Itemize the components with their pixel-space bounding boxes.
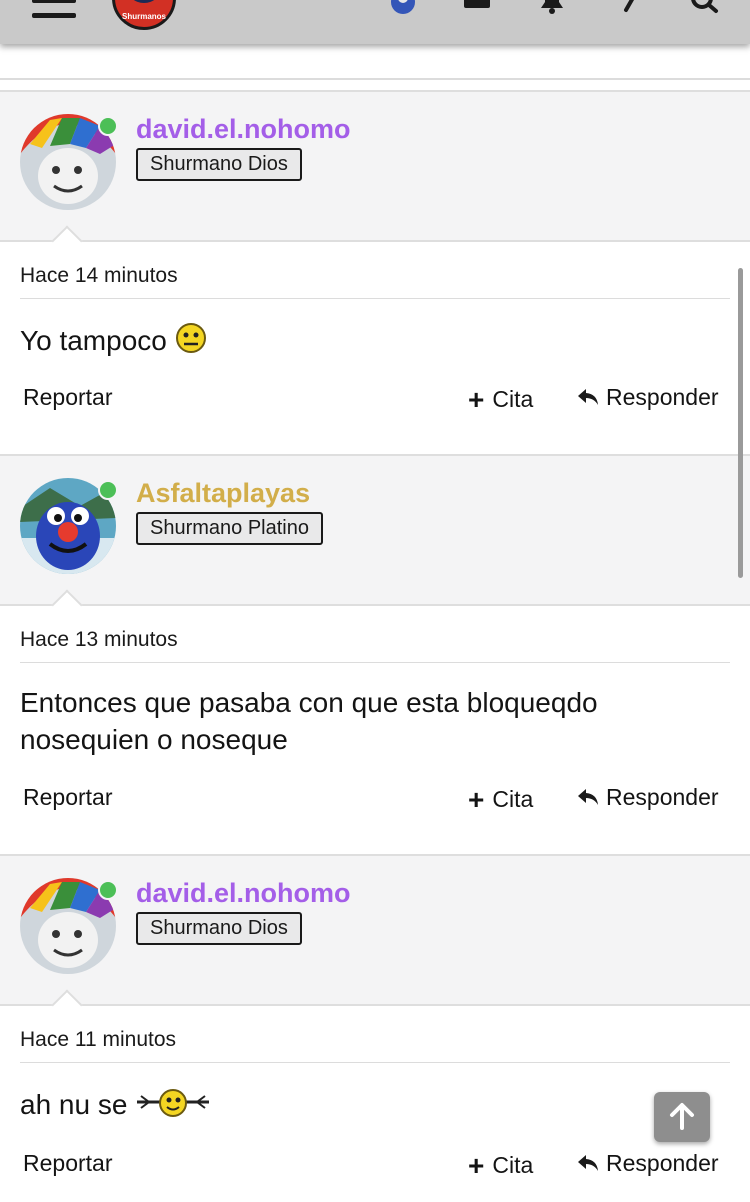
quote-button[interactable]: + Cita [468, 784, 533, 816]
header-notch [51, 589, 83, 621]
arrow-up-icon [670, 1103, 694, 1130]
post-message: Entonces que pasaba con que esta bloqueq… [20, 684, 598, 758]
quote-button[interactable]: + Cita [468, 1150, 533, 1182]
post-message: Yo tampoco [20, 322, 207, 363]
username[interactable]: Asfaltaplayas [136, 478, 310, 509]
divider [20, 1062, 730, 1063]
scrollbar[interactable] [738, 268, 743, 578]
site-logo[interactable]: Shurmanos [112, 0, 176, 30]
post-timestamp[interactable]: Hace 11 minutos [20, 1028, 176, 1052]
spinning-smiley-icon [135, 1088, 211, 1127]
bell-icon[interactable] [537, 0, 567, 14]
post-actions: Reportar + Cita Responder [0, 784, 750, 816]
divider [20, 298, 730, 299]
quote-label: Cita [492, 386, 534, 412]
post-message: ah nu se [20, 1086, 211, 1127]
user-rank-badge: Shurmano Platino [136, 512, 323, 545]
top-bar: Shurmanos [0, 0, 750, 44]
divider [20, 662, 730, 663]
post-timestamp[interactable]: Hace 14 minutos [20, 264, 178, 288]
report-link[interactable]: Reportar [23, 384, 112, 411]
message-line: Yo tampoco [20, 325, 167, 356]
neutral-face-icon [175, 322, 207, 363]
reply-button[interactable]: Responder [576, 384, 719, 411]
reply-label: Responder [606, 384, 719, 410]
post-actions: Reportar + Cita Responder [0, 384, 750, 416]
menu-icon[interactable] [32, 0, 76, 20]
online-status-indicator [98, 116, 118, 136]
search-icon[interactable] [690, 0, 720, 14]
header-notch [51, 989, 83, 1021]
edit-icon[interactable] [616, 0, 646, 14]
reply-arrow-icon [578, 1155, 598, 1171]
plus-icon: + [468, 1150, 485, 1181]
online-status-indicator [98, 480, 118, 500]
reply-arrow-icon [578, 389, 598, 405]
scroll-to-top-button[interactable] [654, 1092, 710, 1142]
plus-icon: + [468, 384, 485, 415]
post-header: david.el.nohomo Shurmano Dios [0, 854, 750, 1021]
header-notch [51, 225, 83, 257]
user-rank-badge: Shurmano Dios [136, 912, 302, 945]
username[interactable]: david.el.nohomo [136, 878, 351, 909]
inbox-icon[interactable] [463, 0, 493, 14]
plus-icon: + [468, 784, 485, 815]
message-line: nosequien o noseque [20, 724, 288, 755]
reply-button[interactable]: Responder [576, 784, 719, 811]
previous-post-footer [0, 44, 750, 80]
post-actions: Reportar + Cita Responder [0, 1150, 750, 1182]
post-timestamp[interactable]: Hace 13 minutos [20, 628, 178, 652]
message-line: Entonces que pasaba con que esta bloqueq… [20, 687, 598, 718]
online-status-indicator [98, 880, 118, 900]
user-avatar-icon[interactable] [388, 0, 418, 14]
reply-arrow-icon [578, 789, 598, 805]
quote-label: Cita [492, 1152, 534, 1178]
report-link[interactable]: Reportar [23, 784, 112, 811]
message-line: ah nu se [20, 1089, 128, 1120]
post-header: david.el.nohomo Shurmano Dios [0, 90, 750, 257]
post-header: Asfaltaplayas Shurmano Platino [0, 454, 750, 621]
quote-label: Cita [492, 786, 534, 812]
logo-text: Shurmanos [121, 12, 166, 21]
username[interactable]: david.el.nohomo [136, 114, 351, 145]
reply-label: Responder [606, 784, 719, 810]
reply-button[interactable]: Responder [576, 1150, 719, 1177]
reply-label: Responder [606, 1150, 719, 1176]
user-rank-badge: Shurmano Dios [136, 148, 302, 181]
quote-button[interactable]: + Cita [468, 384, 533, 416]
report-link[interactable]: Reportar [23, 1150, 112, 1177]
